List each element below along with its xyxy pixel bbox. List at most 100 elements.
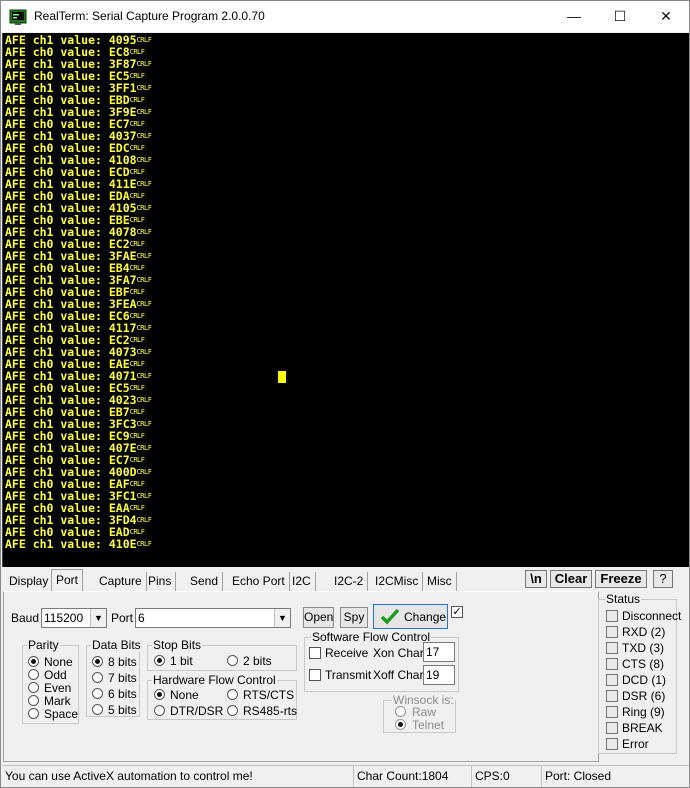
hw-flow-rs485-radio[interactable]: [227, 705, 238, 716]
status-led-cts: [606, 658, 618, 670]
parity-odd-radio[interactable]: [28, 669, 39, 680]
stop-bits-1-radio[interactable]: [154, 655, 165, 666]
status-dcd-label: DCD (1): [622, 673, 666, 687]
tab-i2c[interactable]: I2C: [288, 572, 316, 591]
hw-flow-dtrdsr-label: DTR/DSR: [170, 704, 224, 718]
data-bits-6-label: 6 bits: [108, 687, 137, 701]
status-led-ring: [606, 706, 618, 718]
data-bits-6-radio[interactable]: [92, 688, 103, 699]
terminal-line-text: AFE ch1 value: 410E: [5, 537, 137, 551]
parity-even-radio[interactable]: [28, 682, 39, 693]
parity-mark-label: Mark: [44, 694, 71, 708]
xon-char-input[interactable]: 17: [423, 642, 455, 662]
port-value: 6: [138, 611, 145, 625]
tab-pins[interactable]: Pins: [144, 572, 177, 591]
hw-flow-dtrdsr-radio[interactable]: [154, 705, 165, 716]
crlf-marker: CRLF: [136, 300, 152, 308]
crlf-marker: CRLF: [129, 312, 145, 320]
crlf-marker: CRLF: [136, 84, 152, 92]
parity-space-radio[interactable]: [28, 708, 39, 719]
sw-flow-group: Software Flow Control Receive Xon Char: …: [304, 630, 459, 692]
baud-select[interactable]: 115200 ▼: [41, 608, 107, 628]
xoff-char-label: Xoff Char:: [373, 668, 427, 682]
crlf-marker: CRLF: [129, 264, 145, 272]
sw-flow-transmit-checkbox[interactable]: [309, 669, 321, 681]
realterm-window: RealTerm: Serial Capture Program 2.0.0.7…: [0, 0, 690, 788]
crlf-marker: CRLF: [136, 372, 152, 380]
tab-misc[interactable]: Misc: [423, 572, 457, 591]
tab-display[interactable]: Display: [5, 572, 54, 591]
crlf-marker: CRLF: [129, 336, 145, 344]
tab-i2c-2[interactable]: I2C-2: [330, 572, 369, 591]
statusbar-port-status: Port: Closed: [542, 765, 689, 787]
winsock-raw-label: Raw: [412, 705, 437, 719]
port-label: Port: [111, 611, 134, 625]
statusbar-message: You can use ActiveX automation to contro…: [2, 765, 354, 787]
open-button[interactable]: Open: [303, 607, 334, 628]
status-led-error: [606, 738, 618, 750]
data-bits-8-label: 8 bits: [108, 655, 137, 669]
help-button[interactable]: ?: [653, 570, 673, 588]
parity-none-radio[interactable]: [28, 656, 39, 667]
status-txd-label: TXD (3): [622, 641, 664, 655]
status-led-break[interactable]: [606, 722, 618, 734]
data-bits-5-label: 5 bits: [108, 703, 137, 717]
newline-button[interactable]: \n: [525, 570, 547, 588]
winsock-telnet-radio[interactable]: [395, 719, 406, 730]
statusbar-cps: CPS:0: [472, 765, 542, 787]
hw-flow-rs485-label: RS485-rts: [243, 704, 298, 718]
crlf-marker: CRLF: [136, 420, 152, 428]
minimize-button[interactable]: —: [551, 1, 597, 32]
sw-flow-receive-checkbox[interactable]: [309, 647, 321, 659]
change-button[interactable]: Change: [373, 604, 448, 629]
tab-capture[interactable]: Capture: [95, 572, 147, 591]
status-cts-label: CTS (8): [622, 657, 664, 671]
winsock-raw-radio[interactable]: [395, 706, 406, 717]
stop-bits-1-label: 1 bit: [170, 654, 193, 668]
terminal-output[interactable]: AFE ch1 value: 4095CRLF AFE ch0 value: EC…: [2, 33, 689, 567]
hw-flow-none-radio[interactable]: [154, 689, 165, 700]
crlf-marker: CRLF: [129, 408, 145, 416]
data-bits-7-radio[interactable]: [92, 672, 103, 683]
status-break-label: BREAK: [622, 721, 663, 735]
tab-echo-port[interactable]: Echo Port: [228, 572, 290, 591]
crlf-marker: CRLF: [136, 324, 152, 332]
stop-bits-2-radio[interactable]: [227, 655, 238, 666]
crlf-marker: CRLF: [129, 168, 145, 176]
chevron-down-icon[interactable]: ▼: [274, 609, 290, 627]
chevron-down-icon[interactable]: ▼: [90, 609, 106, 627]
stop-bits-group: Stop Bits 1 bit 2 bits: [147, 638, 297, 671]
port-select[interactable]: 6 ▼: [135, 608, 291, 628]
spy-button[interactable]: Spy: [340, 607, 368, 628]
crlf-marker: CRLF: [136, 204, 152, 212]
crlf-marker: CRLF: [129, 48, 145, 56]
crlf-marker: CRLF: [129, 144, 145, 152]
xoff-char-input[interactable]: 19: [423, 665, 455, 685]
data-bits-8-radio[interactable]: [92, 656, 103, 667]
data-bits-7-label: 7 bits: [108, 671, 137, 685]
parity-mark-radio[interactable]: [28, 695, 39, 706]
status-ring-label: Ring (9): [622, 705, 665, 719]
xon-char-label: Xon Char:: [373, 646, 428, 660]
tab-send[interactable]: Send: [186, 572, 224, 591]
port-settings-panel: Baud 115200 ▼ Port 6 ▼ Open Spy Change ✓…: [3, 591, 599, 762]
clear-button[interactable]: Clear: [550, 570, 592, 588]
crlf-marker: CRLF: [129, 192, 145, 200]
title-bar[interactable]: RealTerm: Serial Capture Program 2.0.0.7…: [1, 1, 689, 32]
data-bits-5-radio[interactable]: [92, 704, 103, 715]
status-led-disconnect[interactable]: [606, 610, 618, 622]
freeze-button[interactable]: Freeze: [595, 570, 647, 588]
crlf-marker: CRLF: [136, 396, 152, 404]
crlf-marker: CRLF: [129, 384, 145, 392]
status-group: Status Disconnect RXD (2) TXD (3) CTS (8…: [598, 592, 681, 754]
close-button[interactable]: ✕: [643, 1, 689, 32]
parity-odd-label: Odd: [44, 668, 67, 682]
tab-port[interactable]: Port: [51, 569, 84, 591]
tab-i2cmisc[interactable]: I2CMisc: [371, 572, 424, 591]
sw-flow-title: Software Flow Control: [311, 630, 432, 644]
hw-flow-rtscts-radio[interactable]: [227, 689, 238, 700]
parity-space-label: Space: [44, 707, 79, 721]
change-checkbox[interactable]: ✓: [451, 606, 463, 618]
maximize-button[interactable]: ☐: [597, 1, 643, 32]
crlf-marker: CRLF: [129, 504, 145, 512]
